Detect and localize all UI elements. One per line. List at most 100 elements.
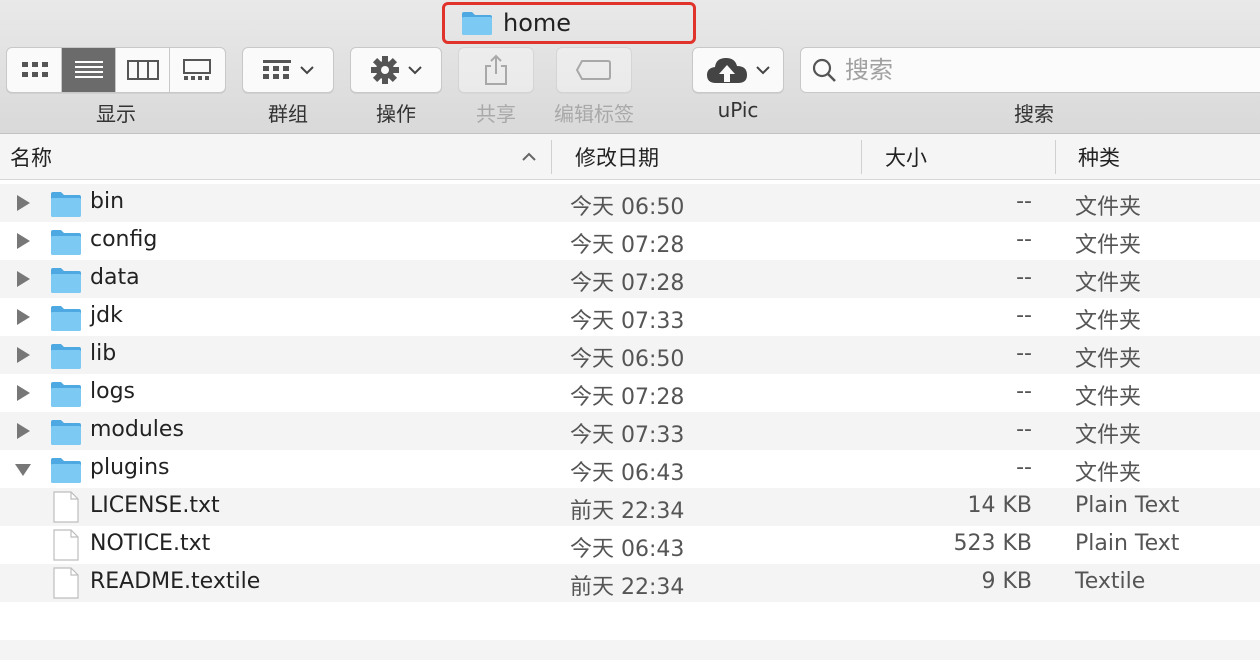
disclosure-triangle-right-icon[interactable] [14,307,32,327]
file-name: NOTICE.txt [90,531,211,556]
search-field[interactable] [800,47,1260,93]
disclosure-triangle-down-icon[interactable] [14,459,32,479]
column-date[interactable]: 修改日期 [575,134,855,180]
file-kind: 文件夹 [1075,309,1142,334]
table-row[interactable]: plugins 今天 06:43 -- 文件夹 [0,450,1260,488]
gear-icon [371,56,399,84]
action-label: 操作 [376,102,416,126]
group-label: 群组 [268,102,308,126]
file-kind: 文件夹 [1075,347,1142,372]
column-size-label: 大小 [885,146,927,170]
file-kind: 文件夹 [1075,461,1142,486]
folder-icon [51,420,81,445]
column-divider[interactable] [1055,140,1056,174]
file-name: data [90,265,140,290]
disclosure-triangle-right-icon[interactable] [14,193,32,213]
upic-label: uPic [717,98,759,122]
file-kind: 文件夹 [1075,423,1142,448]
file-kind: Plain Text [1075,493,1180,518]
file-kind: 文件夹 [1075,271,1142,296]
tag-icon [576,60,611,80]
file-date: 今天 07:33 [570,309,685,334]
file-kind: 文件夹 [1075,233,1142,258]
document-icon [53,491,79,523]
icon-view-button[interactable] [8,48,62,92]
folder-icon [51,306,81,331]
file-size: -- [1016,379,1032,404]
file-size: -- [1016,265,1032,290]
disclosure-triangle-right-icon[interactable] [14,269,32,289]
table-row[interactable]: NOTICE.txt 今天 06:43 523 KB Plain Text [0,526,1260,564]
column-divider[interactable] [861,140,862,174]
edit-tags-label: 编辑标签 [554,102,634,126]
column-view-button[interactable] [116,48,170,92]
folder-icon [462,12,492,35]
gallery-view-button[interactable] [170,48,224,92]
file-date: 今天 06:50 [570,347,685,372]
chevron-down-icon [408,66,422,75]
table-row[interactable]: data 今天 07:28 -- 文件夹 [0,260,1260,298]
table-row[interactable]: jdk 今天 07:33 -- 文件夹 [0,298,1260,336]
column-size[interactable]: 大小 [885,134,1045,180]
file-name: lib [90,341,117,366]
icon-grid-icon [21,62,48,77]
column-divider[interactable] [551,140,552,174]
table-row[interactable]: LICENSE.txt 前天 22:34 14 KB Plain Text [0,488,1260,526]
file-name: README.textile [90,569,261,594]
file-kind: Plain Text [1075,531,1180,556]
column-header: 名称 修改日期 大小 种类 [0,134,1260,180]
list-view-button[interactable] [62,48,116,92]
disclosure-triangle-right-icon[interactable] [14,231,32,251]
file-size: 14 KB [967,493,1032,518]
action-button[interactable] [350,47,442,93]
empty-row [0,602,1260,640]
table-row[interactable]: README.textile 前天 22:34 9 KB Textile [0,564,1260,602]
file-date: 今天 07:28 [570,233,685,258]
column-name-label: 名称 [10,146,52,170]
sort-ascending-icon [522,152,536,161]
file-date: 前天 22:34 [570,575,685,600]
column-kind[interactable]: 种类 [1078,134,1258,180]
search-icon [812,58,836,82]
group-icon [263,60,291,79]
file-date: 今天 07:28 [570,271,685,296]
file-list: bin 今天 06:50 -- 文件夹 config 今天 07:28 -- 文… [0,184,1260,660]
table-row[interactable]: modules 今天 07:33 -- 文件夹 [0,412,1260,450]
folder-icon [51,344,81,369]
file-size: -- [1016,227,1032,252]
file-name: LICENSE.txt [90,493,220,518]
window-title-text: home [503,9,572,37]
file-size: -- [1016,303,1032,328]
column-name[interactable]: 名称 [10,134,550,180]
cloud-upload-icon [707,58,747,83]
disclosure-triangle-right-icon[interactable] [14,421,32,441]
folder-icon [51,192,81,217]
upic-button[interactable] [692,47,784,93]
file-size: -- [1016,341,1032,366]
empty-row [0,640,1260,660]
file-name: config [90,227,158,252]
group-button[interactable] [242,47,334,93]
disclosure-triangle-right-icon[interactable] [14,345,32,365]
file-date: 今天 06:50 [570,195,685,220]
share-button[interactable] [458,47,534,93]
table-row[interactable]: logs 今天 07:28 -- 文件夹 [0,374,1260,412]
search-input[interactable] [845,56,1245,84]
columns-icon [126,60,159,80]
file-size: -- [1016,455,1032,480]
file-name: bin [90,189,125,214]
file-size: 523 KB [953,531,1032,556]
window-title: home [442,2,696,44]
disclosure-triangle-right-icon[interactable] [14,383,32,403]
edit-tags-button[interactable] [556,47,632,93]
folder-icon [51,458,81,483]
view-mode-control[interactable] [6,47,226,93]
share-label: 共享 [476,102,516,126]
table-row[interactable]: bin 今天 06:50 -- 文件夹 [0,184,1260,222]
column-date-label: 修改日期 [575,146,659,170]
folder-icon [51,268,81,293]
file-date: 今天 07:28 [570,385,685,410]
file-name: logs [90,379,135,404]
table-row[interactable]: lib 今天 06:50 -- 文件夹 [0,336,1260,374]
table-row[interactable]: config 今天 07:28 -- 文件夹 [0,222,1260,260]
